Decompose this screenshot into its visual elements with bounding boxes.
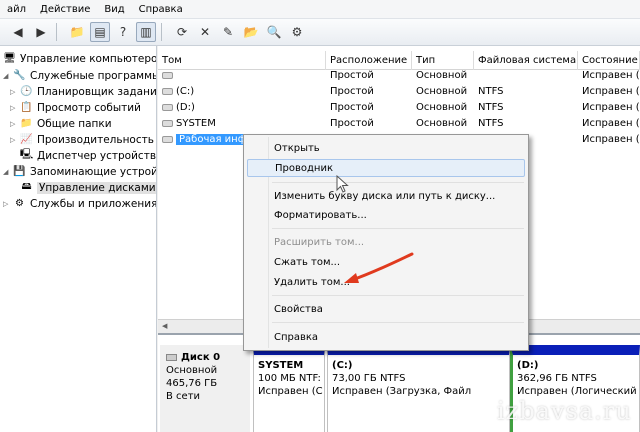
volume-icon	[162, 71, 173, 79]
up-folder-icon[interactable]: 📁	[67, 22, 87, 42]
device-manager-icon: 🖳	[19, 149, 34, 160]
chevron-right-icon: ▷	[3, 199, 9, 208]
properties-icon[interactable]: ✎	[218, 22, 238, 42]
menu-item-explorer[interactable]: Проводник	[247, 159, 525, 177]
console-tree: 🖥 Управление компьютером (л ◢ 🔧 Служебны…	[0, 46, 157, 432]
event-viewer-icon: 📋	[20, 102, 33, 113]
menu-file[interactable]: айл	[0, 4, 33, 15]
storage-icon: 💾	[13, 166, 26, 177]
computer-management-icon: 🖥	[3, 53, 16, 64]
disk-size: 465,76 ГБ	[166, 378, 218, 389]
forward-icon[interactable]: ▶	[31, 22, 51, 42]
menu-separator	[272, 228, 524, 229]
chevron-right-icon: ▷	[10, 135, 16, 144]
menu-separator	[272, 182, 524, 183]
mouse-cursor-icon	[336, 175, 349, 193]
tree-item-services[interactable]: ▷ ⚙ Службы и приложения	[3, 195, 156, 212]
menu-separator	[272, 295, 524, 296]
settings-icon[interactable]: ⚙	[287, 22, 307, 42]
action-pane-icon[interactable]: ▥	[136, 22, 156, 42]
console-tree-icon[interactable]: ▤	[90, 22, 110, 42]
performance-icon: 📈	[20, 134, 33, 145]
table-row[interactable]: SYSTEM Простой Основной NTFS Исправен (С	[158, 115, 640, 131]
menu-item-extend-volume: Расширить том...	[274, 236, 365, 248]
disk-icon	[166, 354, 177, 361]
chevron-right-icon: ▷	[10, 87, 16, 96]
menu-separator	[272, 322, 524, 323]
context-menu: Открыть Проводник Изменить букву диска и…	[243, 134, 529, 351]
shared-folder-icon: 📁	[20, 118, 33, 129]
chevron-right-icon: ▷	[10, 103, 16, 112]
menu-item-change-drive-letter[interactable]: Изменить букву диска или путь к диску...	[247, 187, 525, 205]
menu-item-format[interactable]: Форматировать...	[247, 206, 525, 224]
tree-item-scheduler[interactable]: ▷ 🕒 Планировщик заданий	[10, 83, 156, 100]
tree-item-shared-folders[interactable]: ▷ 📁 Общие папки	[10, 115, 112, 132]
chevron-down-icon: ◢	[3, 167, 9, 176]
refresh-icon[interactable]: ⟳	[172, 22, 192, 42]
volume-icon	[162, 87, 173, 95]
volume-icon	[162, 119, 173, 127]
toolbar-separator	[56, 23, 62, 41]
disk-status: В сети	[166, 391, 201, 402]
menu-item-open[interactable]: Открыть	[247, 139, 525, 157]
delete-icon[interactable]: ✕	[195, 22, 215, 42]
search-icon[interactable]: 🔍	[264, 22, 284, 42]
chevron-right-icon: ▷	[10, 119, 16, 128]
menu-view[interactable]: Вид	[97, 4, 131, 15]
menu-bar: айл Действие Вид Справка	[0, 0, 640, 19]
volume-icon	[162, 135, 173, 143]
menu-item-help[interactable]: Справка	[247, 328, 525, 346]
scroll-left-icon[interactable]: ◀	[162, 322, 167, 330]
table-row[interactable]: Простой Основной Исправен (Е	[158, 67, 640, 83]
back-icon[interactable]: ◀	[8, 22, 28, 42]
toolbar: ◀ ▶ 📁 ▤ ? ▥ ⟳ ✕ ✎ 📂 🔍 ⚙	[0, 19, 640, 46]
clock-icon: 🕒	[20, 86, 33, 97]
chevron-down-icon: ◢	[3, 71, 9, 80]
partition-system[interactable]: SYSTEM 100 МБ NTF: Исправен (С	[253, 345, 325, 432]
table-row[interactable]: (D:) Простой Основной NTFS Исправен (Л	[158, 99, 640, 115]
partition-c[interactable]: (C:) 73,00 ГБ NTFS Исправен (Загрузка, Ф…	[327, 345, 510, 432]
menu-action[interactable]: Действие	[33, 4, 97, 15]
disk-info[interactable]: Диск 0 Основной 465,76 ГБ В сети	[160, 345, 250, 432]
tree-item-performance[interactable]: ▷ 📈 Производительность	[10, 131, 154, 148]
disk-name: Диск 0	[181, 352, 221, 363]
table-row[interactable]: (C:) Простой Основной NTFS Исправен (З	[158, 83, 640, 99]
tree-root[interactable]: 🖥 Управление компьютером (л	[3, 50, 156, 67]
tree-item-device-manager[interactable]: 🖳 Диспетчер устройств	[20, 147, 156, 164]
menu-help[interactable]: Справка	[132, 4, 190, 15]
tree-item-disk-management[interactable]: 🖴 Управление дисками	[20, 179, 156, 196]
volume-icon	[162, 103, 173, 111]
watermark: izbavsa.ru	[497, 397, 632, 425]
tree-item-storage[interactable]: ◢ 💾 Запоминающие устройст	[3, 163, 156, 180]
annotation-arrow-icon	[344, 252, 414, 283]
services-icon: ⚙	[15, 198, 24, 209]
disk-management-icon: 🖴	[21, 181, 32, 192]
menu-item-properties[interactable]: Свойства	[247, 300, 525, 318]
open-icon[interactable]: 📂	[241, 22, 261, 42]
tools-icon: 🔧	[13, 70, 26, 81]
toolbar-separator	[161, 23, 167, 41]
help-icon[interactable]: ?	[113, 22, 133, 42]
tree-item-tools[interactable]: ◢ 🔧 Служебные программы	[3, 67, 156, 84]
disk-type: Основной	[166, 365, 218, 376]
tree-item-events[interactable]: ▷ 📋 Просмотр событий	[10, 99, 141, 116]
